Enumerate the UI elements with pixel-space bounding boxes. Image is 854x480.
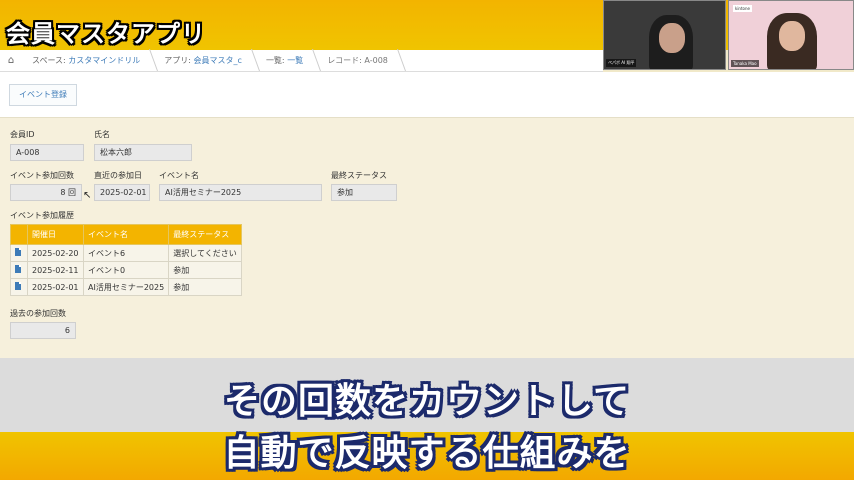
table-cell-status: 選択してください bbox=[168, 244, 242, 262]
history-label: イベント参加履歴 bbox=[10, 211, 74, 220]
record-toolbar: イベント登録 bbox=[0, 72, 854, 118]
breadcrumb-view[interactable]: 一覧: 一覧 bbox=[256, 55, 317, 66]
breadcrumb-record: レコード: A-008 bbox=[317, 55, 402, 66]
past-count-label: 過去の参加回数 bbox=[10, 309, 66, 318]
table-header: 開催日 bbox=[27, 224, 84, 245]
table-row: 2025-02-01 AI活用セミナー2025 参加 bbox=[10, 278, 242, 296]
row-detail-cell[interactable] bbox=[10, 278, 28, 296]
event-name-label: イベント名 bbox=[159, 171, 199, 180]
participant-video-2: kintone Tanaka Mao bbox=[728, 0, 854, 70]
table-cell-date: 2025-02-11 bbox=[27, 261, 84, 279]
table-cell-status: 参加 bbox=[168, 261, 242, 279]
event-count-label: イベント参加回数 bbox=[10, 171, 74, 180]
breadcrumb-link[interactable]: 一覧 bbox=[287, 56, 303, 65]
caption-line-2: 自動で反映する仕組みを bbox=[223, 433, 631, 474]
final-status-value: 参加 bbox=[331, 184, 397, 201]
table-cell-event: イベント6 bbox=[82, 244, 170, 262]
participant-name: Tanaka Mao bbox=[731, 60, 759, 67]
table-cell-event: イベント0 bbox=[82, 261, 170, 279]
document-icon[interactable] bbox=[15, 248, 21, 256]
event-history-table: 開催日 イベント名 最終ステータス 2025-02-20 イベント6 選択してく… bbox=[10, 224, 242, 296]
document-icon[interactable] bbox=[15, 282, 21, 290]
table-header: イベント名 bbox=[82, 224, 170, 245]
participant-name: ペパボ AI 翔平 bbox=[606, 59, 637, 67]
past-count-value: 6 bbox=[10, 322, 76, 339]
table-cell-date: 2025-02-20 bbox=[27, 244, 84, 262]
record-detail: 会員ID A-008 氏名 松本六郎 イベント参加回数 8 回 直近の参加日 2… bbox=[0, 118, 854, 358]
event-register-button[interactable]: イベント登録 bbox=[9, 84, 77, 106]
caption-line-1: その回数をカウントして bbox=[224, 381, 630, 422]
final-status-label: 最終ステータス bbox=[331, 171, 387, 180]
document-icon[interactable] bbox=[15, 265, 21, 273]
kintone-logo: kintone bbox=[733, 5, 752, 12]
breadcrumb-link[interactable]: カスタマインドリル bbox=[68, 56, 140, 65]
table-cell-event: AI活用セミナー2025 bbox=[82, 278, 170, 296]
table-row: 2025-02-20 イベント6 選択してください bbox=[10, 244, 242, 262]
name-label: 氏名 bbox=[94, 130, 110, 139]
breadcrumb-space[interactable]: スペース: カスタマインドリル bbox=[22, 55, 154, 66]
event-name-value: AI活用セミナー2025 bbox=[159, 184, 322, 201]
row-detail-cell[interactable] bbox=[10, 244, 28, 262]
member-id-label: 会員ID bbox=[10, 130, 35, 139]
breadcrumb-link[interactable]: 会員マスタ_c bbox=[194, 56, 242, 65]
breadcrumb: ⌂ スペース: カスタマインドリル アプリ: 会員マスタ_c 一覧: 一覧 レコ… bbox=[0, 50, 603, 72]
mouse-cursor-icon: ↖ bbox=[83, 190, 92, 201]
row-detail-cell[interactable] bbox=[10, 261, 28, 279]
last-date-value: 2025-02-01 bbox=[94, 184, 150, 201]
name-value: 松本六郎 bbox=[94, 144, 192, 161]
breadcrumb-app[interactable]: アプリ: 会員マスタ_c bbox=[154, 55, 256, 66]
home-icon[interactable]: ⌂ bbox=[0, 55, 22, 66]
event-count-value: 8 回 bbox=[10, 184, 82, 201]
participant-video-1: ペパボ AI 翔平 bbox=[603, 0, 726, 70]
table-header: 最終ステータス bbox=[168, 224, 242, 245]
table-cell-date: 2025-02-01 bbox=[27, 278, 84, 296]
table-header-icon-col bbox=[10, 224, 28, 245]
member-id-value: A-008 bbox=[10, 144, 84, 161]
table-cell-status: 参加 bbox=[168, 278, 242, 296]
table-header-row: 開催日 イベント名 最終ステータス bbox=[10, 224, 242, 245]
last-date-label: 直近の参加日 bbox=[94, 171, 142, 180]
video-title: 会員マスタアプリ bbox=[6, 20, 206, 48]
table-row: 2025-02-11 イベント0 参加 bbox=[10, 261, 242, 279]
